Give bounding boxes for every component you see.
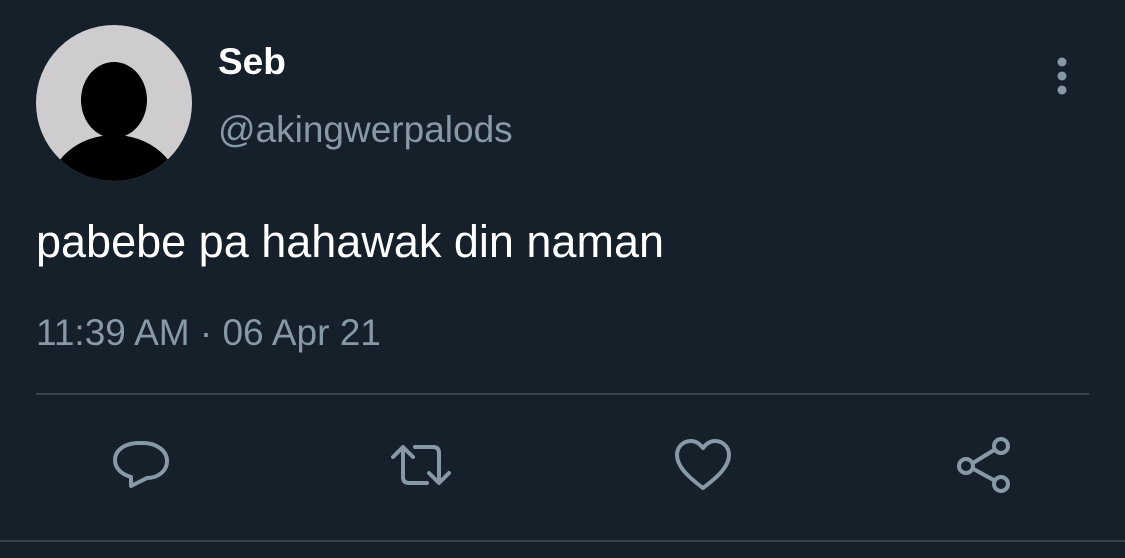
display-name[interactable]: Seb [218,40,286,84]
heart-outline-icon [675,439,731,490]
like-button[interactable] [671,433,735,497]
tweet-card: Seb @akingwerpalods pabebe pa hahawak di… [0,0,1125,558]
tweet-timestamp[interactable]: 11:39 AM · 06 Apr 21 [36,311,381,355]
share-nodes-icon [957,437,1010,493]
more-options-button[interactable] [1044,54,1080,98]
bottom-divider [0,540,1125,542]
share-button[interactable] [953,433,1017,497]
tweet-text: pabebe pa hahawak din naman [36,216,665,267]
retweet-arrows-icon [391,445,451,485]
default-avatar-icon [49,62,179,181]
reply-button[interactable] [109,433,173,497]
user-handle[interactable]: @akingwerpalods [218,108,513,152]
vertical-ellipsis-icon [1057,57,1067,95]
speech-bubble-icon [113,441,169,488]
retweet-button[interactable] [389,433,453,497]
divider [36,393,1089,395]
avatar[interactable] [36,25,192,181]
